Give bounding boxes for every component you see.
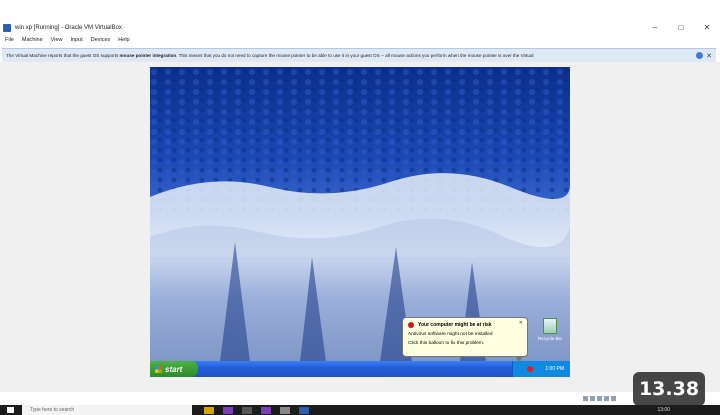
window-titlebar: win xp [Running] - Oracle VM VirtualBox … [0,20,720,35]
recycle-bin-label: Recycle Bin [537,336,563,341]
notice-close-icon[interactable]: ✕ [706,52,712,60]
hdd-icon[interactable] [583,396,588,401]
system-tray: 1:00 PM [512,361,570,377]
host-start-icon[interactable] [7,407,14,413]
guest-screen[interactable]: Recycle Bin Your computer might be at ri… [150,67,570,377]
virtualbox-icon [3,23,11,32]
balloon-title-row: Your computer might be at risk [408,322,522,328]
app-icon-2[interactable] [242,406,252,414]
security-shield-icon [408,322,414,328]
menu-machine[interactable]: Machine [22,37,43,43]
menu-bar: File Machine View Input Devices Help [0,35,720,45]
window-title: win xp [Running] - Oracle VM VirtualBox [15,24,122,31]
app-icon-1[interactable] [223,406,233,414]
maximize-button[interactable]: □ [668,23,694,32]
app-icon-4[interactable] [280,406,290,414]
balloon-line-2: Click this balloon to fix this problem. [408,341,485,346]
recycle-bin-icon[interactable]: Recycle Bin [533,318,567,341]
balloon-close-icon[interactable]: ✕ [519,320,523,326]
security-alert-balloon[interactable]: Your computer might be at risk Antivirus… [402,317,528,363]
mouse-integration-notice: The Virtual Machine reports that the gue… [2,48,716,63]
host-clock: 13:00 [657,407,670,413]
host-pinned-apps [204,406,309,414]
balloon-title: Your computer might be at risk [418,322,492,328]
virtualbox-taskbar-icon[interactable] [299,406,309,414]
start-button[interactable]: start [150,361,198,377]
host-taskbar: Type here to search 13:00 [0,405,720,415]
balloon-line-1: Antivirus software might not be installe… [408,332,493,337]
xp-taskbar: start 1:00 PM [150,361,570,377]
menu-devices[interactable]: Devices [91,37,111,43]
notice-text: The Virtual Machine reports that the gue… [6,53,534,58]
minimize-button[interactable]: – [642,23,668,32]
menu-input[interactable]: Input [71,37,83,43]
app-icon-3[interactable] [261,406,271,414]
network-icon[interactable] [604,396,609,401]
usb-icon[interactable] [597,396,602,401]
menu-file[interactable]: File [5,37,14,43]
optical-drive-icon[interactable] [590,396,595,401]
vbox-status-icons [583,396,635,404]
menu-view[interactable]: View [51,37,63,43]
shared-folder-icon[interactable] [611,396,616,401]
windows-flag-icon [155,365,162,373]
video-timestamp-overlay: 13.38 [633,372,705,406]
menu-help[interactable]: Help [118,37,129,43]
file-explorer-icon[interactable] [204,406,214,414]
security-center-icon[interactable] [527,366,534,372]
recycle-bin-graphic [543,318,557,334]
start-label: start [165,364,183,374]
tray-clock: 1:00 PM [545,366,564,372]
close-button[interactable]: ✕ [694,23,720,32]
host-search-box[interactable]: Type here to search [22,405,192,415]
info-icon[interactable] [696,52,704,59]
